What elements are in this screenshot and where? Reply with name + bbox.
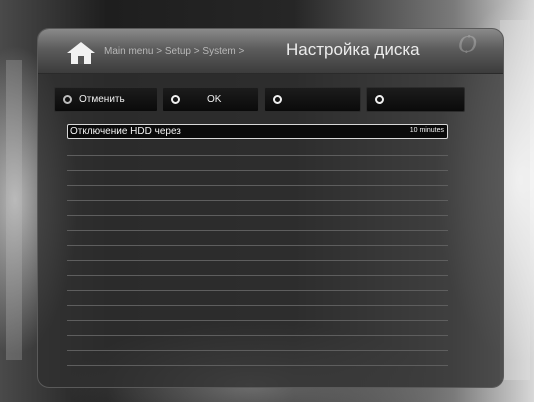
red-circle-icon [63,95,72,104]
empty-list-row [67,216,448,231]
blue-button[interactable] [366,87,465,112]
breadcrumb: Main menu > Setup > System > [104,46,245,57]
hdd-sleep-value[interactable]: 10 minutes [410,127,444,134]
empty-list-row [67,306,448,321]
cancel-button[interactable]: Отменить [54,87,158,112]
empty-list-row [67,321,448,336]
menu-header: Main menu > Setup > System > Настройка д… [38,29,503,74]
empty-list-row [67,201,448,216]
empty-list-row [67,171,448,186]
empty-list-row [67,261,448,276]
empty-list-row [67,336,448,351]
home-icon[interactable] [66,41,96,65]
hdd-sleep-label: Отключение HDD через [70,126,181,137]
empty-list-row [67,276,448,291]
empty-list-row [67,231,448,246]
green-circle-icon [171,95,180,104]
yellow-circle-icon [273,95,282,104]
ok-button-label: OK [207,94,222,105]
empty-list-row [67,156,448,171]
page-title: Настройка диска [286,40,420,59]
empty-list-row [67,186,448,201]
empty-list-row [67,141,448,156]
hdd-sleep-row[interactable]: Отключение HDD через 10 minutes [67,124,448,139]
empty-list-row [67,246,448,261]
brand-logo: Ѻ [458,32,477,58]
blue-circle-icon [375,95,384,104]
empty-list-row [67,291,448,306]
ok-button[interactable]: OK [162,87,259,112]
yellow-button[interactable] [264,87,361,112]
cancel-button-label: Отменить [79,94,125,105]
empty-list-row [67,351,448,366]
